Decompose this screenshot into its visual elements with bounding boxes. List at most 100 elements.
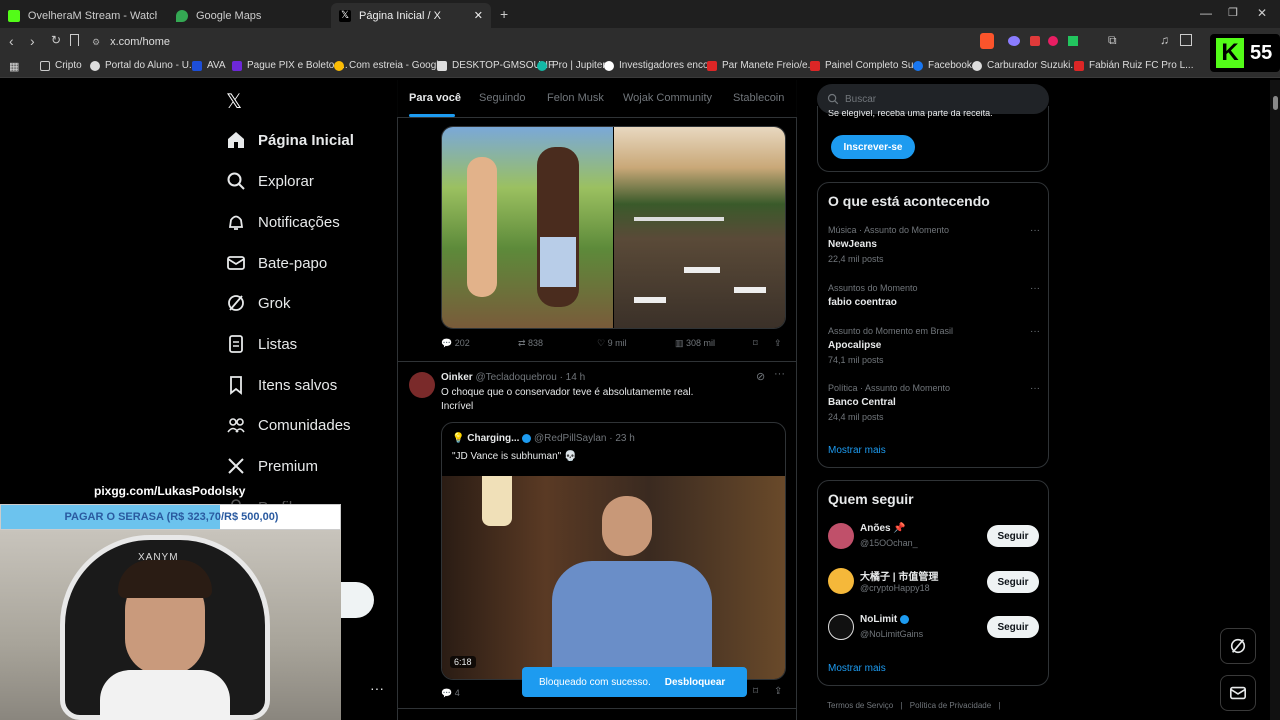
nav-bookmarks[interactable]: Itens salvos xyxy=(226,375,337,395)
share-icon[interactable]: ⇪ xyxy=(774,686,782,697)
post-image[interactable] xyxy=(614,127,785,328)
more-icon[interactable]: ··· xyxy=(1030,225,1040,236)
nav-grok[interactable]: Grok xyxy=(226,293,291,313)
bookmark-item[interactable]: Cripto xyxy=(40,60,82,71)
bookmark-item[interactable]: Pague PIX e Boletos... xyxy=(232,60,348,71)
bookmark-icon[interactable] xyxy=(70,34,79,46)
more-options-icon[interactable]: ··· xyxy=(370,680,384,696)
privacy-link[interactable]: Política de Privacidade xyxy=(910,701,991,710)
follow-suggestion[interactable]: 大橘子 | 市值管理 @cryptoHappy18 Seguir xyxy=(828,568,1040,598)
share-icon[interactable]: ⇪ xyxy=(774,338,782,349)
nav-premium[interactable]: Premium xyxy=(226,456,318,476)
nav-communities[interactable]: Comunidades xyxy=(226,415,351,435)
subscribe-button[interactable]: Inscrever-se xyxy=(831,135,915,159)
restore-icon[interactable]: ❐ xyxy=(1228,6,1238,19)
extension-icon[interactable] xyxy=(1048,36,1058,46)
bookmark-item[interactable]: Painel Completo Su... xyxy=(810,60,922,71)
back-icon[interactable]: ‹ xyxy=(9,33,14,49)
bookmark-item[interactable]: Fabián Ruiz FC Pro L... xyxy=(1074,60,1193,71)
views-button[interactable]: ▥ 308 mil xyxy=(675,338,715,349)
trend-item[interactable]: Assunto do Momento em Brasil Apocalipse … xyxy=(828,326,1040,365)
show-more-link[interactable]: Mostrar mais xyxy=(828,663,886,674)
bookmark-item[interactable]: Com estreia - Googl... xyxy=(334,60,447,71)
address-bar[interactable]: ⚙ x.com/home xyxy=(92,32,972,52)
browser-tab[interactable]: Google Maps xyxy=(168,3,328,28)
quoted-post[interactable]: 💡 Charging... @RedPillSaylan · 23 h "JD … xyxy=(441,422,786,680)
apps-grid-icon[interactable]: ▦ xyxy=(9,60,19,73)
tab-list[interactable]: Felon Musk xyxy=(547,92,604,104)
repost-button[interactable]: ⇄ 838 xyxy=(518,338,543,349)
like-button[interactable]: ♡ 9 mil xyxy=(597,338,627,349)
close-window-icon[interactable]: ✕ xyxy=(1257,6,1267,20)
author-handle[interactable]: @Tecladoquebrou xyxy=(475,372,556,383)
bookmark-item[interactable]: Portal do Aluno - U... xyxy=(90,60,197,71)
nav-explore[interactable]: Explorar xyxy=(226,171,314,191)
close-tab-icon[interactable]: ✕ xyxy=(474,9,483,22)
bookmark-item[interactable]: AVA xyxy=(192,60,226,71)
sidebar-icon[interactable] xyxy=(1180,34,1192,46)
avatar[interactable] xyxy=(409,372,435,398)
bookmark-icon[interactable]: ⌑ xyxy=(753,338,758,349)
brave-shield-icon[interactable] xyxy=(980,33,994,49)
scrollbar-thumb[interactable] xyxy=(1273,96,1278,110)
tab-for-you[interactable]: Para você xyxy=(409,92,461,104)
follow-button[interactable]: Seguir xyxy=(987,616,1039,638)
show-more-link[interactable]: Mostrar mais xyxy=(828,445,886,456)
extension-icon[interactable] xyxy=(1008,36,1020,46)
messages-floating-button[interactable] xyxy=(1220,675,1256,711)
streamer-shirt xyxy=(100,670,230,720)
trend-item[interactable]: Assuntos do Momento fabio coentrao ··· xyxy=(828,283,1040,308)
bookmark-item[interactable]: Investigadores enco... xyxy=(604,60,717,71)
reload-icon[interactable]: ↻ xyxy=(51,33,61,47)
post-image[interactable] xyxy=(442,127,613,328)
nav-lists[interactable]: Listas xyxy=(226,334,297,354)
minimize-icon[interactable]: — xyxy=(1200,6,1212,20)
more-icon[interactable]: ··· xyxy=(774,368,785,380)
post-time[interactable]: · 14 h xyxy=(560,372,586,383)
new-tab-icon[interactable]: + xyxy=(500,6,508,22)
media-icon[interactable]: ♫ xyxy=(1160,33,1169,47)
extensions-puzzle-icon[interactable]: ⧉ xyxy=(1108,33,1117,48)
scrollbar[interactable] xyxy=(1270,80,1280,720)
tab-following[interactable]: Seguindo xyxy=(479,92,526,104)
follow-button[interactable]: Seguir xyxy=(987,525,1039,547)
author-name[interactable]: Oinker xyxy=(441,372,473,383)
video-player[interactable]: 6:18 xyxy=(442,476,785,679)
tab-list[interactable]: Stablecoin xyxy=(733,92,784,104)
terms-link[interactable]: Termos de Serviço xyxy=(827,701,893,710)
trend-item[interactable]: Política · Assunto do Momento Banco Cent… xyxy=(828,383,1040,422)
follow-button[interactable]: Seguir xyxy=(987,571,1039,593)
post-media[interactable] xyxy=(441,126,786,329)
unblock-button[interactable]: Desbloquear xyxy=(665,677,726,688)
follow-suggestion[interactable]: Anões 📌 @15OOchan_ Seguir xyxy=(828,523,1040,553)
more-icon[interactable]: ··· xyxy=(1030,326,1040,337)
x-logo-icon[interactable]: 𝕏 xyxy=(226,89,242,114)
bookmark-icon[interactable]: ⌑ xyxy=(753,686,758,697)
site-info-icon[interactable]: ⚙ xyxy=(92,37,100,48)
bookmark-item[interactable]: Par Manete Freio/e... xyxy=(707,60,816,71)
extension-icon[interactable] xyxy=(1068,36,1078,46)
post-button[interactable] xyxy=(340,582,374,618)
browser-tab[interactable]: OvelheraM Stream - Watch Live on K xyxy=(0,3,165,28)
follow-suggestion[interactable]: NoLimit @NoLimitGains Seguir xyxy=(828,614,1040,644)
extension-icon[interactable] xyxy=(1030,36,1040,46)
url-text: x.com/home xyxy=(110,36,170,48)
nav-home[interactable]: Página Inicial xyxy=(226,130,354,150)
reply-button[interactable]: 💬 202 xyxy=(441,338,470,349)
grok-floating-button[interactable] xyxy=(1220,628,1256,664)
bookmark-item[interactable]: Carburador Suzuki... xyxy=(972,60,1079,71)
search-icon xyxy=(227,172,245,190)
forward-icon[interactable]: › xyxy=(30,33,35,49)
more-icon[interactable]: ··· xyxy=(1030,283,1040,294)
tab-community[interactable]: Wojak Community xyxy=(623,92,712,104)
reply-button[interactable]: 💬 4 xyxy=(441,688,460,699)
nav-messages[interactable]: Bate-papo xyxy=(226,253,327,273)
grok-icon[interactable]: ⊘ xyxy=(756,370,765,383)
trend-item[interactable]: Música · Assunto do Momento NewJeans 22,… xyxy=(828,225,1040,264)
bookmark-item[interactable]: Pro | Jupiter xyxy=(537,60,606,71)
nav-notifications[interactable]: Notificações xyxy=(226,212,340,232)
bookmark-item[interactable]: Facebook xyxy=(913,60,972,71)
more-icon[interactable]: ··· xyxy=(1030,383,1040,394)
verified-badge-icon xyxy=(900,614,909,624)
browser-tab-active[interactable]: 𝕏 Página Inicial / X ✕ xyxy=(331,3,491,28)
